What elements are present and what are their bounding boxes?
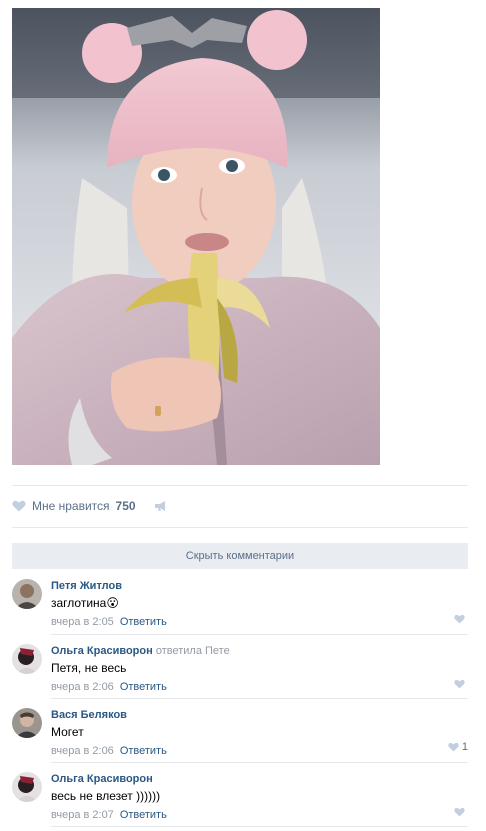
share-icon[interactable]	[154, 500, 168, 512]
heart-icon[interactable]	[12, 500, 26, 512]
reply-link[interactable]: Ответить	[120, 745, 167, 757]
comment-text: Могет	[51, 725, 84, 739]
heart-icon	[448, 742, 459, 752]
comment-time[interactable]: вчера в 2:06	[51, 681, 114, 693]
comment-author[interactable]: Ольга Красиворон	[51, 645, 153, 657]
comment-time[interactable]: вчера в 2:05	[51, 616, 114, 628]
comment-author[interactable]: Ольга Красиворон	[51, 773, 153, 785]
reply-link[interactable]: Ответить	[120, 681, 167, 693]
heart-icon	[454, 807, 465, 817]
comment-text: заглотина😮	[51, 596, 119, 610]
avatar[interactable]	[12, 772, 42, 802]
avatar[interactable]	[12, 644, 42, 674]
likes-label[interactable]: Мне нравится	[32, 499, 110, 513]
divider	[51, 634, 468, 635]
comment-author[interactable]: Петя Житлов	[51, 580, 122, 592]
comment-like-button[interactable]	[454, 807, 468, 817]
comment-reply-to[interactable]: ответила Пете	[156, 645, 230, 657]
avatar[interactable]	[12, 579, 42, 609]
comment: Петя Житлов заглотина😮 вчера в 2:05 Ответ…	[12, 579, 468, 635]
post-photo[interactable]	[12, 8, 380, 465]
comment: Вася Беляков Могет вчера в 2:06 Ответить …	[12, 708, 468, 763]
avatar[interactable]	[12, 708, 42, 738]
divider	[51, 762, 468, 763]
comment: Ольга Красиворон весь не влезет )))))) в…	[12, 772, 468, 827]
comment-text: Петя, не весь	[51, 661, 127, 675]
reply-link[interactable]: Ответить	[120, 809, 167, 821]
comment-like-count: 1	[461, 741, 468, 753]
comment-author[interactable]: Вася Беляков	[51, 709, 127, 721]
likes-bar: Мне нравится 750	[12, 498, 168, 514]
reply-link[interactable]: Ответить	[120, 616, 167, 628]
comment-text: весь не влезет ))))))	[51, 789, 161, 803]
divider	[12, 527, 468, 528]
comment-like-button[interactable]	[454, 614, 468, 624]
heart-icon	[454, 614, 465, 624]
comment: Ольга Красиворон ответила Пете Петя, не …	[12, 644, 468, 699]
heart-icon	[454, 679, 465, 689]
comment-time[interactable]: вчера в 2:07	[51, 809, 114, 821]
comment-time[interactable]: вчера в 2:06	[51, 745, 114, 757]
comment-like-button[interactable]: 1	[448, 741, 468, 753]
hide-comments-button[interactable]: Скрыть комментарии	[12, 543, 468, 569]
divider	[51, 698, 468, 699]
divider	[12, 485, 468, 486]
likes-count[interactable]: 750	[116, 499, 136, 513]
comment-like-button[interactable]	[454, 679, 468, 689]
divider	[51, 826, 468, 827]
